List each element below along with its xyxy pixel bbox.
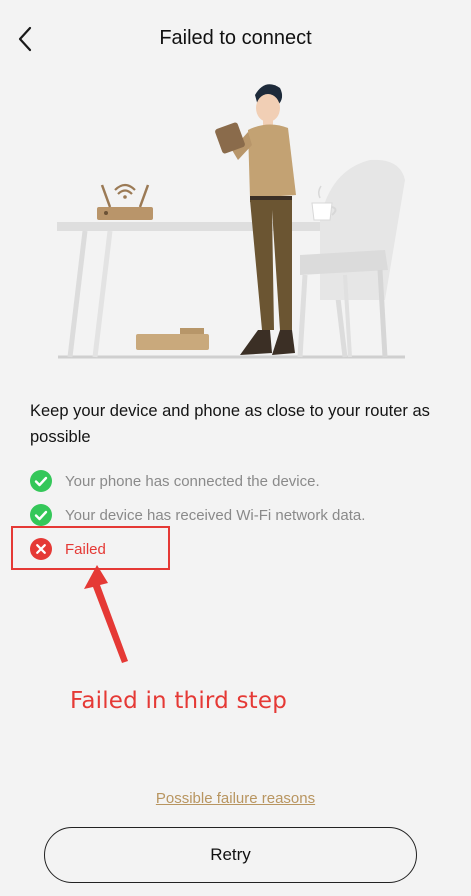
step-phone-connected: Your phone has connected the device. bbox=[30, 468, 320, 494]
step-label: Your device has received Wi-Fi network d… bbox=[65, 506, 366, 524]
check-circle-icon bbox=[30, 504, 52, 526]
step-wifi-received: Your device has received Wi-Fi network d… bbox=[30, 502, 365, 528]
annotation-highlight-box bbox=[11, 526, 170, 570]
check-circle-icon bbox=[30, 470, 52, 492]
header: Failed to connect bbox=[0, 0, 471, 78]
page-title: Failed to connect bbox=[159, 27, 312, 49]
router-illustration bbox=[57, 84, 405, 359]
retry-button[interactable]: Retry bbox=[44, 827, 417, 883]
annotation-arrow-icon bbox=[84, 565, 128, 663]
headline: Keep your device and phone as close to y… bbox=[30, 402, 430, 446]
possible-failure-reasons-link[interactable]: Possible failure reasons bbox=[0, 790, 471, 807]
step-label: Your phone has connected the device. bbox=[65, 472, 320, 490]
annotation-text: Failed in third step bbox=[70, 688, 288, 714]
